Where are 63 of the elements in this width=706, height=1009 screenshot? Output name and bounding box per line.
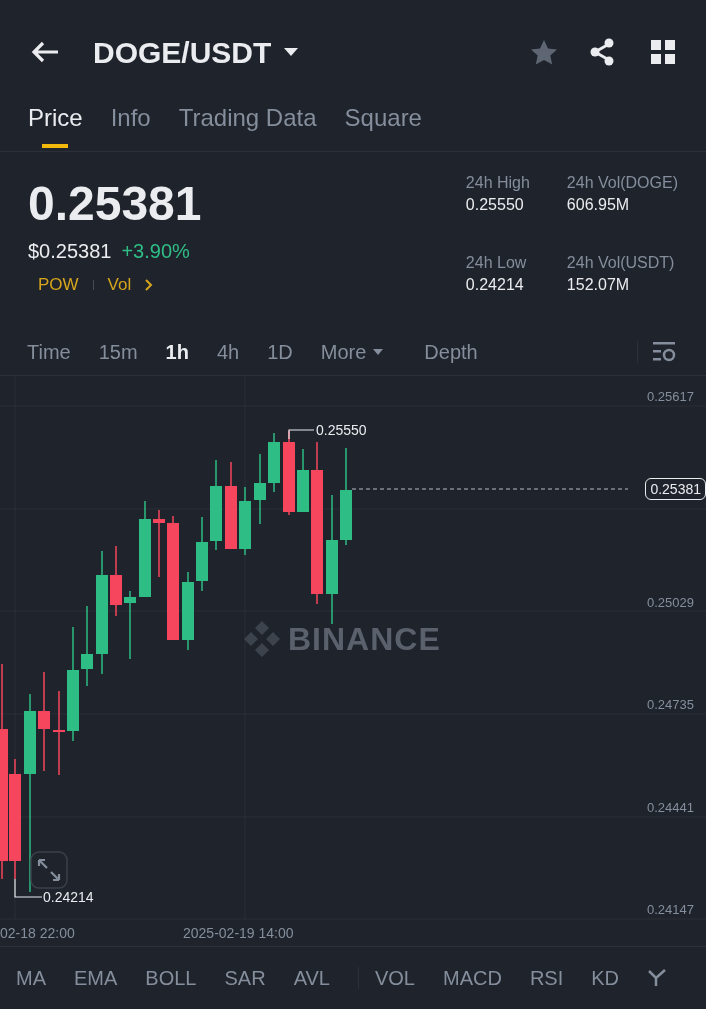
expand-icon[interactable] <box>30 851 68 889</box>
time-axis-label: 02-18 22:00 <box>0 925 75 941</box>
tab[interactable]: Info <box>110 104 151 148</box>
grid-icon[interactable] <box>650 39 676 65</box>
interval-tab[interactable]: Time <box>27 336 71 367</box>
stat-value: 0.24214 <box>465 275 525 295</box>
chart-settings-icon[interactable] <box>652 340 676 363</box>
stat-label: 24h Low <box>465 253 528 273</box>
leader-line <box>14 878 43 898</box>
indicator-tab[interactable]: EMA <box>74 962 118 993</box>
chart-watermark: BINANCE <box>288 620 441 659</box>
interval-tab[interactable]: 15m <box>98 336 138 367</box>
indicator-tab[interactable]: VOL <box>374 962 415 993</box>
axis-label: 0.24147 <box>647 902 694 918</box>
low-price-label: 0.24214 <box>43 889 94 905</box>
candlestick <box>239 486 251 556</box>
indicator-tab[interactable]: BOLL <box>145 962 197 993</box>
stat-value: 606.95M <box>566 195 631 215</box>
tab[interactable]: Square <box>344 104 422 148</box>
time-axis-label: 2025-02-19 14:00 <box>183 925 294 941</box>
last-price-tag: 0.25381 <box>645 478 706 500</box>
stat-label: 24h High <box>465 173 531 193</box>
caret-down-icon[interactable] <box>283 47 300 57</box>
candlestick <box>153 509 165 578</box>
axis-label: 0.25617 <box>647 389 694 405</box>
candlestick <box>110 545 122 617</box>
interval-tab[interactable]: 1D <box>267 336 293 367</box>
interval-tab[interactable]: Depth <box>424 336 478 367</box>
back-arrow-icon[interactable] <box>30 40 60 64</box>
candlestick <box>268 432 280 493</box>
axis-label: 0.25029 <box>647 595 694 611</box>
price-change: +3.90% <box>121 239 190 264</box>
share-icon[interactable] <box>588 38 616 66</box>
stat-label: 24h Vol(DOGE) <box>566 173 678 193</box>
axis-label: 0.24735 <box>647 697 694 713</box>
indicator-tab[interactable]: MACD <box>443 962 502 993</box>
indicator-tab[interactable]: RSI <box>529 962 564 993</box>
last-price: 0.25381 <box>28 176 202 232</box>
tag-link[interactable]: Vol <box>107 272 132 298</box>
tag-link[interactable]: POW <box>38 272 79 298</box>
diamond-logo-icon <box>242 619 282 659</box>
indicator-tab[interactable]: SAR <box>224 962 266 993</box>
tab[interactable]: Price <box>28 104 83 148</box>
pair-selector[interactable]: DOGE/USDT <box>93 29 300 75</box>
tab[interactable]: Trading Data <box>178 104 317 148</box>
stat-value: 152.07M <box>566 275 631 295</box>
candlestick <box>124 590 136 660</box>
stat-label: 24h Vol(USDT) <box>566 253 676 273</box>
interval-tab[interactable]: 4h <box>216 336 240 367</box>
candlestick <box>254 453 266 525</box>
star-icon[interactable] <box>530 38 558 66</box>
indicator-tab[interactable]: MA <box>16 962 46 993</box>
interval-tab[interactable]: More <box>320 336 385 367</box>
indicator-tab[interactable]: KD <box>591 962 619 993</box>
indicator-tab[interactable]: AVL <box>293 962 330 993</box>
axis-label: 0.24441 <box>647 800 694 816</box>
leader-line <box>288 429 315 440</box>
chevron-right-icon[interactable] <box>145 278 154 291</box>
stat-value: 0.25550 <box>465 195 525 215</box>
interval-tab[interactable]: 1h <box>165 336 189 367</box>
high-price-label: 0.25550 <box>316 422 367 438</box>
fiat-price: $0.25381 <box>28 239 112 264</box>
candlestick <box>297 448 309 513</box>
